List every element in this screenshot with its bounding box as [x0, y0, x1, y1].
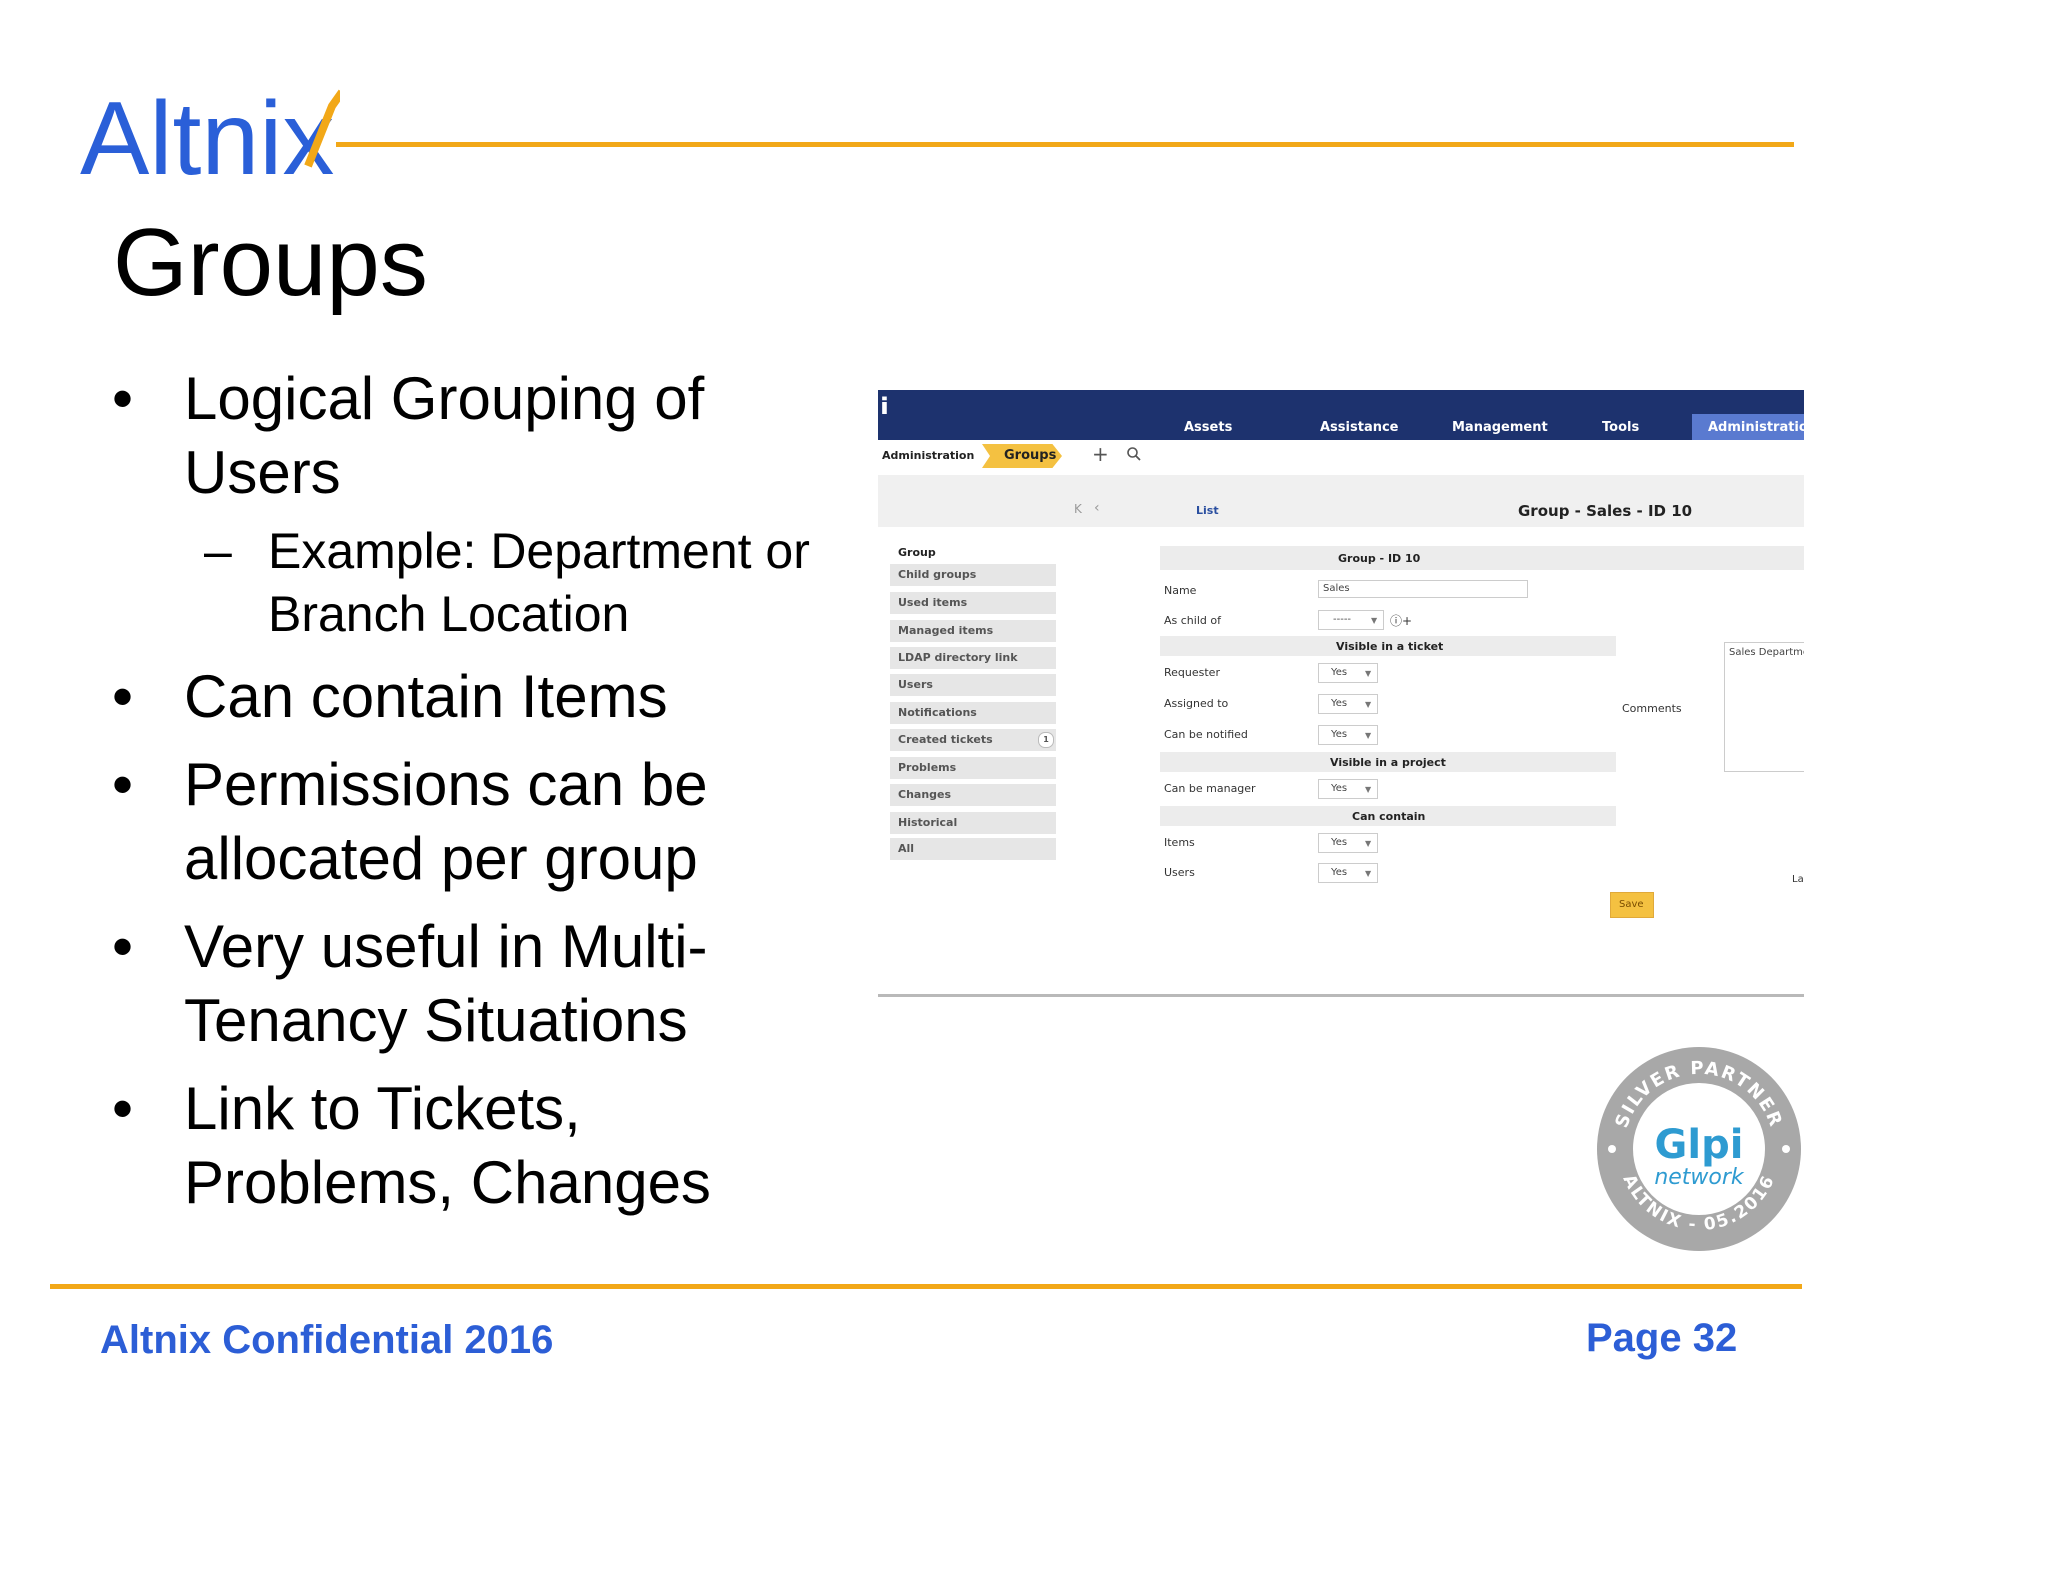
section-contain: Can contain	[1352, 810, 1426, 823]
child-of-label: As child of	[1164, 614, 1221, 627]
glpi-screenshot: i Assets Assistance Management Tools Adm…	[878, 390, 1804, 997]
chevron-down-icon: ▼	[1365, 785, 1372, 794]
logo-text: Altnix	[80, 88, 334, 180]
breadcrumb-groups[interactable]: Groups	[1004, 448, 1056, 463]
bullet-item: • Logical Grouping of Users	[112, 362, 852, 510]
items-select[interactable]: Yes ▼	[1318, 833, 1378, 853]
comments-label: Comments	[1622, 702, 1682, 715]
nav-tools[interactable]: Tools	[1602, 420, 1639, 435]
footer-confidential: Altnix Confidential 2016	[100, 1318, 554, 1362]
nav-administration[interactable]: Administratio	[1708, 420, 1804, 435]
nav-assistance[interactable]: Assistance	[1320, 420, 1399, 435]
bullet-dot-icon: •	[112, 1075, 134, 1142]
sidebar-item-historical[interactable]: Historical	[890, 812, 1056, 834]
sidebar-item-used-items[interactable]: Used items	[890, 592, 1056, 614]
manager-label: Can be manager	[1164, 782, 1256, 795]
name-input[interactable]: Sales	[1318, 580, 1528, 598]
glpi-topbar	[878, 390, 1804, 414]
section-ticket: Visible in a ticket	[1336, 640, 1444, 653]
sidebar-item-managed-items[interactable]: Managed items	[890, 620, 1056, 642]
chevron-down-icon: ▼	[1365, 839, 1372, 848]
sub-bullet-item: – Example: Department or Branch Location	[112, 520, 852, 646]
chevron-down-icon: ▼	[1365, 669, 1372, 678]
chevron-down-icon: ▼	[1365, 700, 1372, 709]
badge-dot-icon	[1782, 1145, 1790, 1153]
requester-select[interactable]: Yes ▼	[1318, 663, 1378, 683]
bullet-list: • Logical Grouping of Users – Example: D…	[112, 362, 852, 1234]
record-title: Group - Sales - ID 10	[1518, 502, 1693, 520]
slide-title: Groups	[113, 209, 428, 316]
breadcrumb-administration[interactable]: Administration	[882, 449, 974, 462]
dash-icon: –	[204, 523, 232, 579]
header-rule	[336, 142, 1794, 147]
name-label: Name	[1164, 584, 1197, 597]
notified-select[interactable]: Yes ▼	[1318, 725, 1378, 745]
sidebar-item-changes[interactable]: Changes	[890, 784, 1056, 806]
chevron-down-icon: ▼	[1365, 731, 1372, 740]
form-header-bar	[1160, 546, 1804, 570]
items-label: Items	[1164, 836, 1195, 849]
bullet-item: • Very useful in Multi- Tenancy Situatio…	[112, 910, 852, 1058]
badge-dot-icon	[1608, 1145, 1616, 1153]
sidebar-item-problems[interactable]: Problems	[890, 757, 1056, 779]
badge-sub: network	[1654, 1165, 1745, 1190]
bullet-item: • Permissions can be allocated per group	[112, 748, 852, 896]
list-link[interactable]: List	[1196, 504, 1219, 517]
bullet-item: • Link to Tickets, Problems, Changes	[112, 1072, 852, 1220]
sidebar-item-created-tickets[interactable]: Created tickets 1	[890, 729, 1056, 751]
sidebar-header: Group	[898, 546, 936, 559]
info-add-icon[interactable]: ⓘ+	[1390, 612, 1412, 629]
sidebar-item-all[interactable]: All	[890, 838, 1056, 860]
assigned-label: Assigned to	[1164, 697, 1229, 710]
bullet-dot-icon: •	[112, 751, 134, 818]
users-select[interactable]: Yes ▼	[1318, 863, 1378, 883]
first-record-icon[interactable]: K	[1074, 502, 1082, 516]
child-of-select[interactable]: ----- ▼	[1318, 610, 1384, 630]
comments-textarea[interactable]: Sales Departme	[1724, 642, 1804, 772]
nav-management[interactable]: Management	[1452, 420, 1548, 435]
search-icon[interactable]	[1126, 446, 1142, 462]
prev-record-icon[interactable]: ‹	[1094, 500, 1100, 516]
badge-brand: Glpi	[1655, 1122, 1744, 1168]
chevron-down-icon: ▼	[1365, 869, 1372, 878]
add-icon[interactable]: +	[1092, 442, 1109, 466]
nav-assets[interactable]: Assets	[1184, 420, 1232, 435]
save-button[interactable]: Save	[1610, 892, 1654, 918]
requester-label: Requester	[1164, 666, 1220, 679]
users-label: Users	[1164, 866, 1195, 879]
footer-rule	[50, 1284, 1802, 1289]
assigned-select[interactable]: Yes ▼	[1318, 694, 1378, 714]
chevron-down-icon: ▼	[1371, 616, 1378, 625]
page-number: Page 32	[1586, 1316, 1738, 1360]
bullet-dot-icon: •	[112, 663, 134, 730]
manager-select[interactable]: Yes ▼	[1318, 779, 1378, 799]
sidebar-item-child-groups[interactable]: Child groups	[890, 564, 1056, 586]
altnix-logo: Altnix	[80, 88, 340, 180]
bullet-item: • Can contain Items	[112, 660, 852, 734]
notified-label: Can be notified	[1164, 728, 1248, 741]
bullet-dot-icon: •	[112, 913, 134, 980]
sidebar-item-ldap[interactable]: LDAP directory link	[890, 647, 1056, 669]
sidebar-item-notifications[interactable]: Notifications	[890, 702, 1056, 724]
glpi-partner-badge: SILVER PARTNER ALTNIX - 05.2016 Glpi net…	[1597, 1047, 1801, 1251]
form-header: Group - ID 10	[1338, 552, 1421, 565]
section-project: Visible in a project	[1330, 756, 1446, 769]
cut-label: La	[1792, 874, 1804, 885]
tickets-count-badge: 1	[1038, 732, 1054, 748]
bullet-dot-icon: •	[112, 365, 134, 432]
sidebar-item-users[interactable]: Users	[890, 674, 1056, 696]
